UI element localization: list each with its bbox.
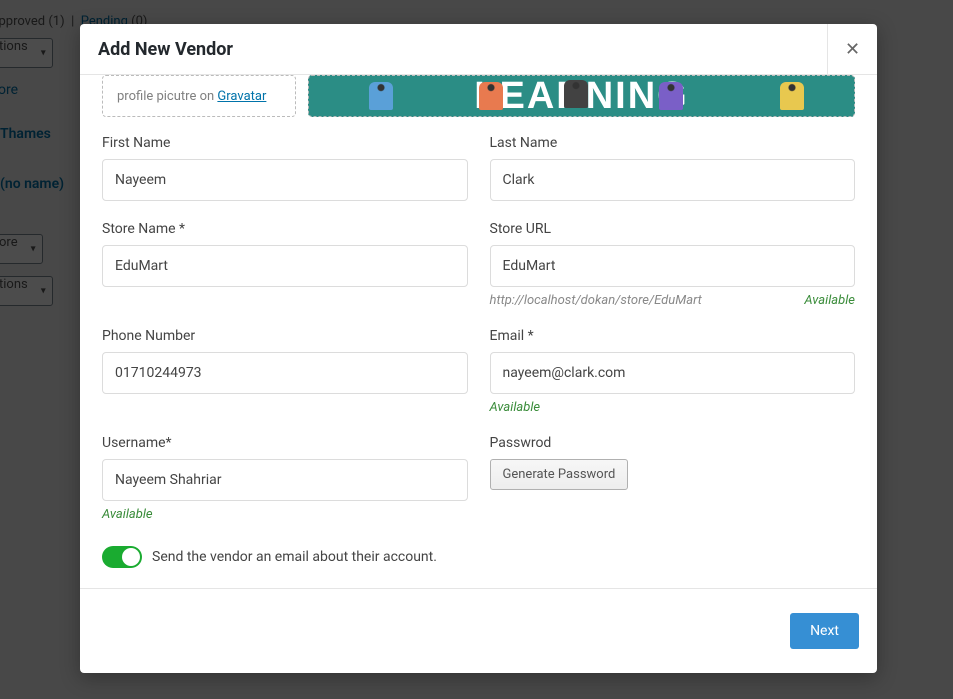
form-grid: First Name Last Name Store Name * Store … bbox=[102, 135, 855, 536]
store-url-input[interactable] bbox=[490, 245, 856, 287]
field-phone: Phone Number bbox=[102, 328, 468, 415]
email-label: Email * bbox=[490, 328, 856, 344]
modal-body: profile picutre on Gravatar LEARNING Fir… bbox=[80, 75, 877, 589]
first-name-input[interactable] bbox=[102, 159, 468, 201]
generate-password-button[interactable]: Generate Password bbox=[490, 459, 629, 490]
banner-illustration bbox=[479, 82, 503, 110]
phone-input[interactable] bbox=[102, 352, 468, 394]
store-url-label: Store URL bbox=[490, 221, 856, 237]
email-input[interactable] bbox=[490, 352, 856, 394]
upload-hint-text: profile picutre on bbox=[117, 89, 217, 104]
first-name-label: First Name bbox=[102, 135, 468, 151]
close-icon: ✕ bbox=[845, 39, 860, 60]
banner-illustration bbox=[780, 82, 804, 110]
profile-picture-upload[interactable]: profile picutre on Gravatar bbox=[102, 75, 296, 117]
phone-label: Phone Number bbox=[102, 328, 468, 344]
store-name-label: Store Name * bbox=[102, 221, 468, 237]
store-url-preview: http://localhost/dokan/store/EduMart bbox=[490, 293, 702, 308]
store-url-status: Available bbox=[804, 293, 855, 308]
username-label: Username* bbox=[102, 435, 468, 451]
banner-illustration bbox=[564, 80, 588, 108]
banner-illustration bbox=[369, 82, 393, 110]
field-last-name: Last Name bbox=[490, 135, 856, 201]
username-status: Available bbox=[102, 507, 153, 522]
username-input[interactable] bbox=[102, 459, 468, 501]
banner-upload[interactable]: LEARNING bbox=[308, 75, 855, 117]
field-email: Email * Available bbox=[490, 328, 856, 415]
store-name-input[interactable] bbox=[102, 245, 468, 287]
last-name-input[interactable] bbox=[490, 159, 856, 201]
last-name-label: Last Name bbox=[490, 135, 856, 151]
send-email-row: Send the vendor an email about their acc… bbox=[102, 546, 855, 568]
gravatar-link[interactable]: Gravatar bbox=[217, 89, 266, 104]
close-button[interactable]: ✕ bbox=[827, 24, 877, 74]
modal-header: Add New Vendor ✕ bbox=[80, 24, 877, 75]
send-email-label: Send the vendor an email about their acc… bbox=[152, 549, 437, 565]
field-store-url: Store URL http://localhost/dokan/store/E… bbox=[490, 221, 856, 308]
field-password: Passwrod Generate Password bbox=[490, 435, 856, 522]
email-status: Available bbox=[490, 400, 541, 415]
toggle-knob bbox=[122, 548, 140, 566]
add-vendor-modal: Add New Vendor ✕ profile picutre on Grav… bbox=[80, 24, 877, 673]
field-first-name: First Name bbox=[102, 135, 468, 201]
banner-illustration bbox=[659, 82, 683, 110]
password-label: Passwrod bbox=[490, 435, 856, 451]
field-store-name: Store Name * bbox=[102, 221, 468, 308]
next-button[interactable]: Next bbox=[790, 613, 859, 649]
upload-row: profile picutre on Gravatar LEARNING bbox=[102, 75, 855, 117]
send-email-toggle[interactable] bbox=[102, 546, 142, 568]
modal-title: Add New Vendor bbox=[80, 25, 251, 74]
field-username: Username* Available bbox=[102, 435, 468, 522]
modal-footer: Next bbox=[80, 589, 877, 673]
